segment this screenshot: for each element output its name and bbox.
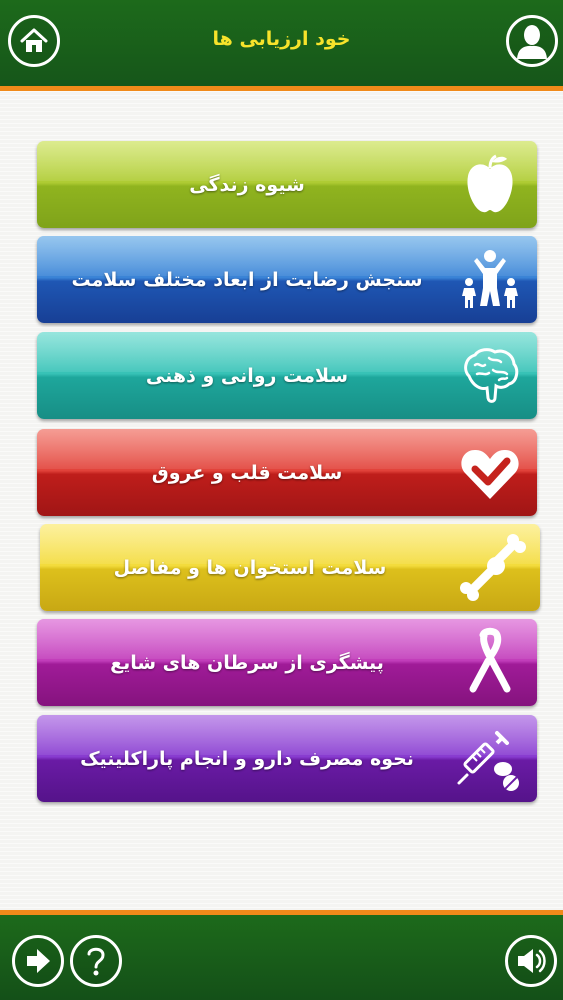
menu-item-label: پیشگری از سرطان های شایع [110, 651, 384, 674]
menu-item-mental-health[interactable]: سلامت روانی و ذهنی [37, 332, 537, 419]
menu-item-label: سلامت روانی و ذهنی [145, 364, 349, 387]
heart-check-icon [455, 437, 525, 507]
menu-item-heart-health[interactable]: سلامت قلب و عروق [37, 429, 537, 516]
family-icon [455, 244, 525, 314]
menu-item-label: سلامت قلب و عروق [151, 461, 343, 484]
sound-button[interactable] [505, 935, 557, 987]
apple-icon [455, 149, 525, 219]
syringe-pills-icon [455, 723, 525, 793]
menu-item-lifestyle[interactable]: شیوه زندگی [37, 141, 537, 228]
menu-item-label: شیوه زندگی [189, 173, 305, 196]
menu-item-medication[interactable]: نحوه مصرف دارو و انجام پاراکلینیک [37, 715, 537, 802]
menu-item-label: سلامت استخوان ها و مفاصل [113, 556, 387, 579]
bone-joint-icon [458, 532, 528, 602]
question-icon [87, 947, 105, 976]
ribbon-icon [455, 627, 525, 697]
profile-button[interactable] [506, 15, 558, 67]
user-icon [517, 25, 547, 59]
help-button[interactable] [70, 935, 122, 987]
next-button[interactable] [12, 935, 64, 987]
speaker-icon [518, 949, 546, 973]
menu-item-health-satisfaction[interactable]: سنجش رضایت از ابعاد مختلف سلامت [37, 236, 537, 323]
menu-item-label: نحوه مصرف دارو و انجام پاراکلینیک [80, 747, 414, 770]
menu-item-cancer-prevention[interactable]: پیشگری از سرطان های شایع [37, 619, 537, 706]
brain-icon [455, 340, 525, 410]
bottom-bar [0, 910, 563, 1000]
page-title: خود ارزیابی ها [212, 28, 351, 50]
top-bar: خود ارزیابی ها [0, 0, 563, 91]
menu-item-bone-health[interactable]: سلامت استخوان ها و مفاصل [40, 524, 540, 611]
arrow-right-icon [27, 949, 50, 973]
menu-item-label: سنجش رضایت از ابعاد مختلف سلامت [71, 268, 423, 291]
